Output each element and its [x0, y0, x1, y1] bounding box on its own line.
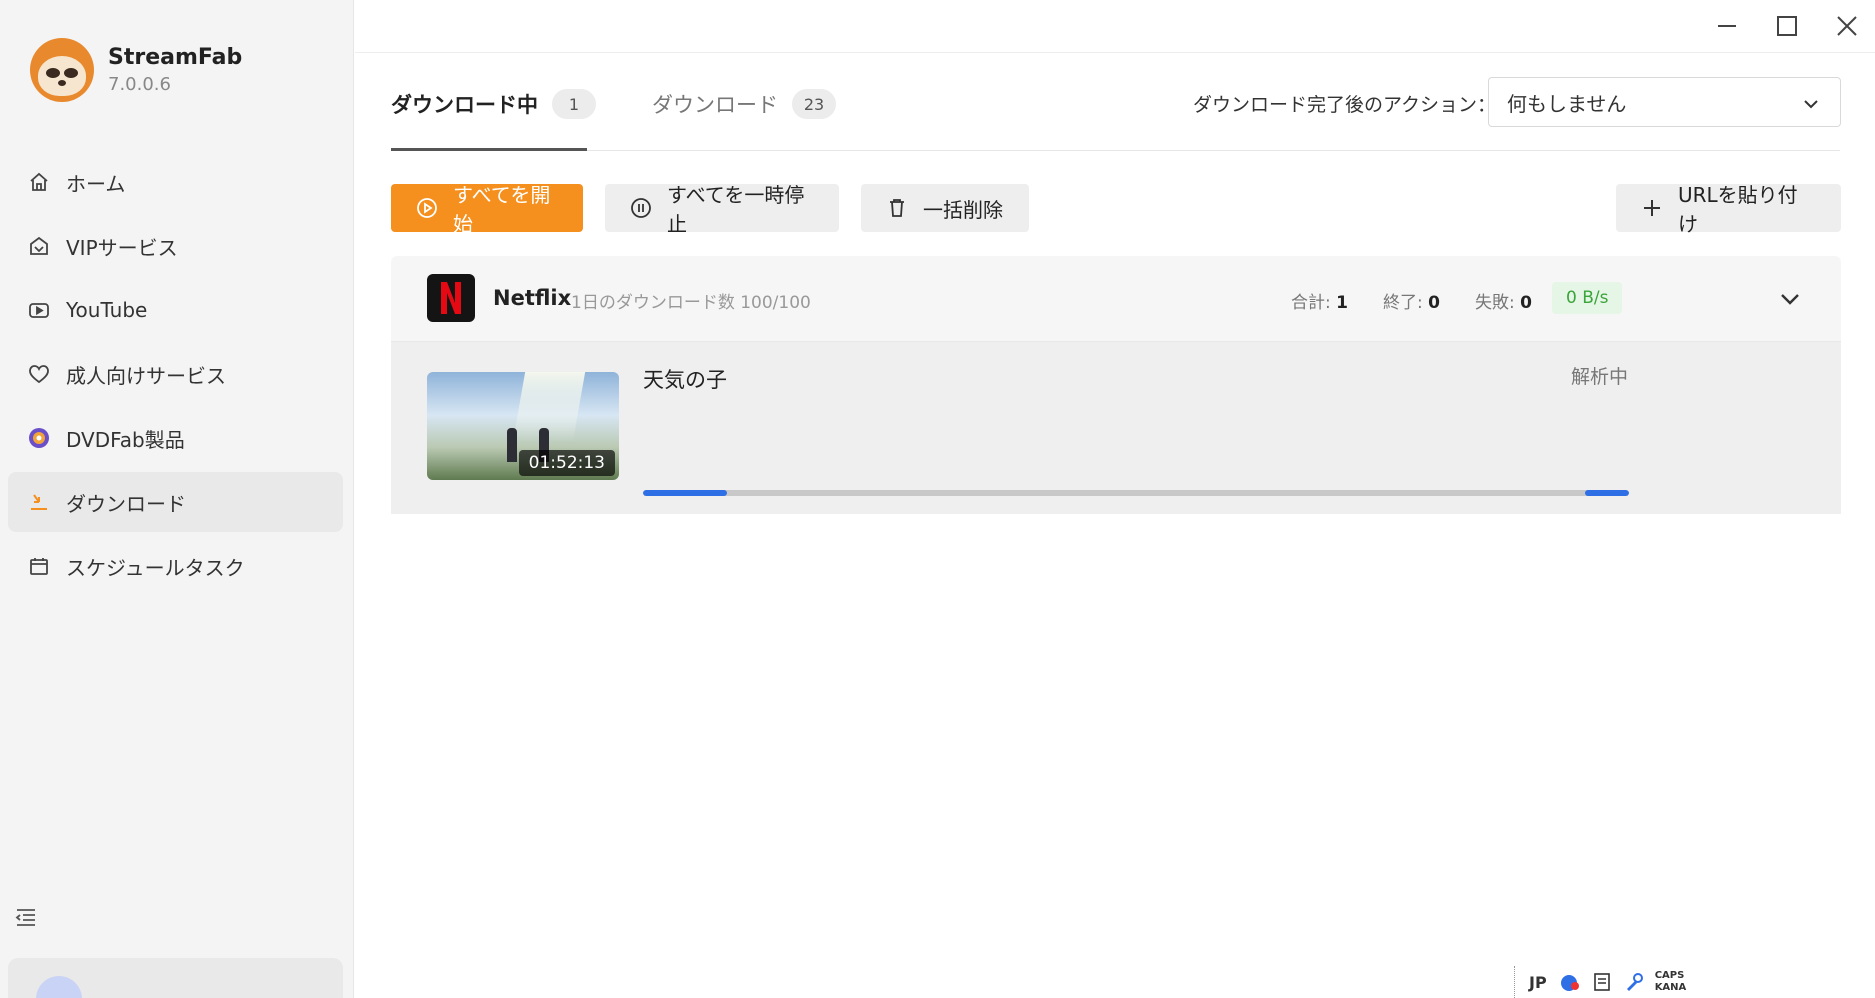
dvdfab-icon: [26, 425, 52, 451]
calendar-icon: [26, 553, 52, 579]
maximize-icon[interactable]: [1767, 6, 1807, 46]
streamfab-logo-icon: [30, 38, 94, 102]
plus-icon: [1640, 196, 1664, 220]
download-icon: [26, 489, 52, 515]
sidebar-item-label: DVDFab製品: [66, 427, 185, 452]
youtube-icon: [26, 297, 52, 323]
heart-icon: [26, 361, 52, 387]
paste-url-button[interactable]: URLを貼り付け: [1616, 183, 1841, 236]
app-name: StreamFab: [108, 45, 243, 70]
download-speed-badge: 0 B/s: [1552, 282, 1623, 314]
sidebar-item-label: スケジュールタスク: [66, 555, 245, 580]
tools-icon[interactable]: [1623, 971, 1645, 993]
tab-downloading[interactable]: ダウンロード中 1: [391, 84, 596, 124]
delete-all-label: 一括削除: [923, 197, 1003, 222]
ime-mode-icon[interactable]: [1559, 971, 1581, 993]
tab-label: ダウンロード: [652, 93, 778, 117]
sidebar-nav: ホーム VIPサービス YouTube 成人向けサービス DVDFab製品 ダウ…: [8, 152, 343, 600]
home-icon: [26, 169, 52, 195]
stat-failed: 失敗: 0: [1475, 288, 1532, 313]
delete-all-button[interactable]: 一括削除: [861, 184, 1029, 232]
after-download-action-label: ダウンロード完了後のアクション：: [1193, 94, 1497, 116]
stat-done-value: 0: [1428, 293, 1440, 313]
netflix-logo-icon: [427, 274, 475, 322]
sidebar-item-home[interactable]: ホーム: [8, 152, 343, 212]
sidebar-item-label: ホーム: [66, 171, 126, 196]
tab-count-badge: 23: [792, 89, 836, 119]
tab-downloaded[interactable]: ダウンロード 23: [652, 84, 836, 124]
sidebar: StreamFab 7.0.0.6 ホーム VIPサービス YouTube 成人…: [0, 0, 354, 998]
play-circle-icon: [415, 196, 439, 220]
avatar: [36, 976, 82, 998]
download-group-header: Netflix 1日のダウンロード数 100/100 合計: 1 終了: 0 失…: [391, 256, 1841, 342]
sidebar-item-youtube[interactable]: YouTube: [8, 280, 343, 340]
account-panel[interactable]: [8, 958, 343, 998]
video-duration: 01:52:13: [518, 450, 615, 476]
ime-indicator[interactable]: JP: [1529, 973, 1547, 992]
dictionary-icon[interactable]: [1591, 971, 1613, 993]
minimize-icon[interactable]: [1707, 6, 1747, 46]
sidebar-item-download[interactable]: ダウンロード: [8, 472, 343, 532]
close-icon[interactable]: [1827, 6, 1867, 46]
caps-label: CAPS: [1654, 970, 1685, 981]
caps-kana-indicator: CAPS KANA: [1655, 970, 1687, 994]
stat-failed-label: 失敗:: [1475, 293, 1515, 313]
brand: StreamFab 7.0.0.6: [30, 38, 242, 102]
pause-all-button[interactable]: すべてを一時停止: [605, 183, 839, 236]
tabs-divider: [391, 150, 1840, 151]
tab-label: ダウンロード中: [391, 93, 538, 117]
title-divider: [355, 52, 1875, 53]
after-download-action-value: 何もしません: [1507, 91, 1627, 116]
download-tabs: ダウンロード中 1 ダウンロード 23: [391, 84, 892, 124]
collapse-sidebar-icon[interactable]: [14, 906, 44, 932]
trash-icon: [885, 196, 909, 220]
after-download-action-select[interactable]: 何もしません: [1488, 77, 1841, 127]
download-progress-bar: [643, 490, 1629, 496]
tab-count-badge: 1: [552, 89, 596, 119]
pause-all-label: すべてを一時停止: [667, 183, 805, 236]
sidebar-item-label: YouTube: [66, 298, 148, 322]
start-all-button[interactable]: すべてを開始: [391, 183, 583, 236]
sidebar-item-label: 成人向けサービス: [66, 363, 226, 388]
system-tray: JP CAPS KANA: [1514, 966, 1714, 998]
app-window: StreamFab 7.0.0.6 ホーム VIPサービス YouTube 成人…: [0, 0, 1875, 998]
daily-quota: 1日のダウンロード数 100/100: [571, 293, 811, 313]
sidebar-item-label: VIPサービス: [66, 235, 178, 260]
vip-icon: [26, 233, 52, 259]
stat-done-label: 終了:: [1383, 293, 1423, 313]
sidebar-item-schedule[interactable]: スケジュールタスク: [8, 536, 343, 596]
sidebar-item-vip[interactable]: VIPサービス: [8, 216, 343, 276]
stat-total-value: 1: [1336, 293, 1348, 313]
stat-done: 終了: 0: [1383, 288, 1440, 313]
item-status: 解析中: [1571, 366, 1629, 388]
paste-url-label: URLを貼り付け: [1678, 183, 1798, 236]
app-version: 7.0.0.6: [108, 74, 171, 95]
stat-failed-value: 0: [1520, 293, 1532, 313]
pause-circle-icon: [629, 196, 653, 220]
service-name: Netflix: [493, 286, 572, 310]
sidebar-item-dvdfab[interactable]: DVDFab製品: [8, 408, 343, 468]
chevron-down-icon[interactable]: [1775, 284, 1805, 314]
list-item[interactable]: 01:52:13 天気の子 解析中: [391, 342, 1841, 514]
active-tab-indicator: [391, 148, 587, 151]
video-title: 天気の子: [643, 368, 727, 392]
stat-total-label: 合計:: [1291, 293, 1331, 313]
kana-label: KANA: [1654, 982, 1687, 993]
stat-total: 合計: 1: [1291, 288, 1348, 313]
sidebar-item-label: ダウンロード: [66, 491, 186, 516]
video-thumbnail: 01:52:13: [427, 372, 619, 480]
sidebar-item-adult[interactable]: 成人向けサービス: [8, 344, 343, 404]
chevron-down-icon: [1802, 94, 1820, 112]
download-group: Netflix 1日のダウンロード数 100/100 合計: 1 終了: 0 失…: [391, 256, 1841, 514]
start-all-label: すべてを開始: [453, 183, 551, 236]
